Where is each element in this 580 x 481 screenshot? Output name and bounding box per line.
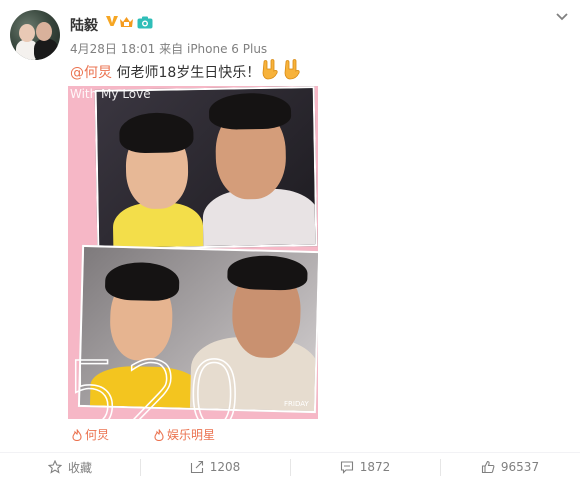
post-image[interactable]: With My Love 520 FRIDAY <box>68 86 318 419</box>
repost-icon <box>190 460 203 474</box>
tag-label: 何炅 <box>85 428 110 442</box>
rock-hand-emoji-icon <box>284 59 300 80</box>
tag-label: 娱乐明星 <box>167 428 216 442</box>
like-count: 96537 <box>500 460 540 474</box>
post-device[interactable]: iPhone 6 Plus <box>187 42 267 56</box>
comment-button[interactable]: 1872 <box>290 453 440 481</box>
flame-icon <box>154 428 164 441</box>
flame-icon <box>72 428 82 441</box>
repost-count: 1208 <box>209 460 241 474</box>
favorite-label: 收藏 <box>67 460 92 475</box>
user-name[interactable]: 陆毅 <box>70 15 98 35</box>
tag-he-jiong[interactable]: 何炅 <box>72 426 109 443</box>
star-icon <box>47 460 62 474</box>
camera-icon[interactable] <box>137 16 153 29</box>
chevron-down-icon[interactable] <box>554 8 570 24</box>
favorite-button[interactable]: 收藏 <box>0 453 140 481</box>
thumbs-up-icon <box>481 460 495 474</box>
image-big-number: 520 <box>68 341 246 419</box>
photo-top <box>94 86 318 250</box>
vip-level-icon[interactable] <box>119 15 134 29</box>
like-button[interactable]: 96537 <box>440 453 580 481</box>
post-body: 何老师18岁生日快乐！ <box>112 65 261 81</box>
verified-v-icon[interactable] <box>105 14 119 28</box>
via-prefix: 来自 <box>159 42 184 56</box>
post-date[interactable]: 4月28日 18:01 <box>70 42 155 56</box>
image-day-label: FRIDAY <box>284 400 309 408</box>
post-text: @何炅 何老师18岁生日快乐！ <box>70 62 260 82</box>
user-avatar[interactable] <box>10 10 60 60</box>
repost-button[interactable]: 1208 <box>140 453 290 481</box>
tag-entertainment[interactable]: 娱乐明星 <box>154 426 215 443</box>
action-bar: 收藏 1208 1872 96537 <box>0 453 580 481</box>
weibo-post-card: 陆毅 4月28日 18:01 来自 iPhone 6 Plus @何炅 何老师1… <box>0 0 580 481</box>
comment-icon <box>340 461 353 474</box>
comment-count: 1872 <box>359 460 391 474</box>
rock-hand-emoji-icon <box>262 59 278 80</box>
image-caption: With My Love <box>70 87 151 101</box>
mention-link[interactable]: @何炅 <box>70 65 112 81</box>
post-meta: 4月28日 18:01 来自 iPhone 6 Plus <box>70 40 267 57</box>
